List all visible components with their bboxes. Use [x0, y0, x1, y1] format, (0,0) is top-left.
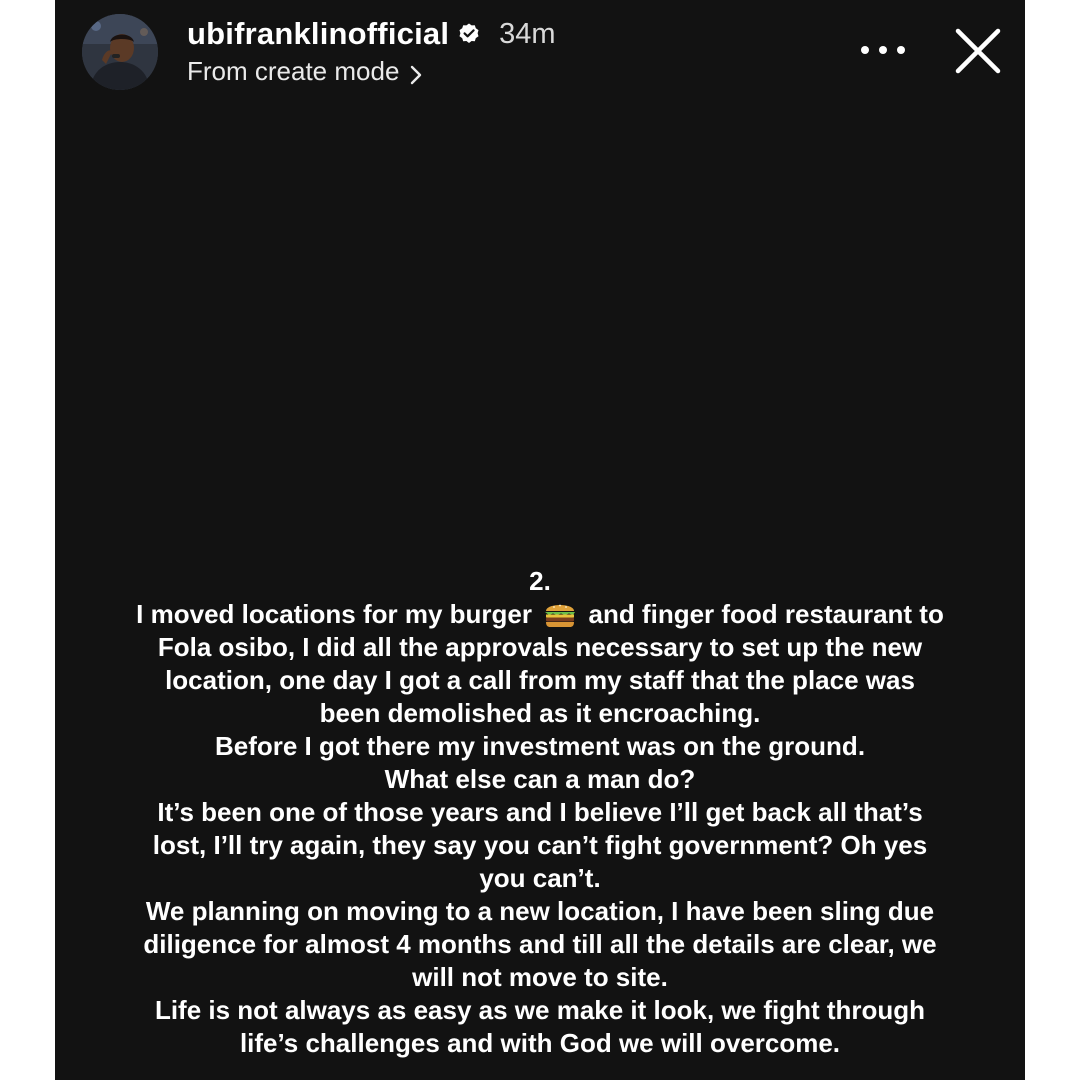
caption-line: Before I got there my investment was on … [214, 731, 866, 761]
caption-line: lost, I’ll try again, they say you can’t… [152, 830, 928, 860]
dot [897, 46, 905, 54]
caption-line: Fola osibo, I did all the approvals nece… [157, 632, 923, 662]
create-mode-label: From create mode [187, 55, 400, 86]
close-icon[interactable] [951, 24, 1005, 78]
caption-text: I moved locations for my burger [136, 599, 533, 629]
caption-line: Life is not always as easy as we make it… [154, 995, 926, 1025]
caption-line: location, one day I got a call from my s… [165, 665, 915, 695]
burger-emoji-icon [543, 599, 577, 629]
story-header: ubifranklinofficial 34m From create mode [55, 0, 1025, 110]
dot [861, 46, 869, 54]
dot [879, 46, 887, 54]
caption-line: you can’t. [479, 863, 601, 893]
caption-line: diligence for almost 4 months and till a… [143, 929, 937, 959]
caption-line: It’s been one of those years and I belie… [157, 797, 923, 827]
post-time: 34m [499, 17, 556, 50]
caption-line: been demolished as it encroaching. [319, 698, 761, 728]
caption-line: We planning on moving to a new location,… [145, 896, 935, 926]
story-viewer: ubifranklinofficial 34m From create mode [55, 0, 1025, 1080]
caption-line: life’s challenges and with God we will o… [239, 1028, 841, 1058]
caption-line: What else can a man do? [384, 764, 696, 794]
username[interactable]: ubifranklinofficial [187, 16, 449, 52]
caption-line: 2. [529, 566, 551, 596]
verified-badge-icon [457, 22, 481, 46]
caption-line: will not move to site. [412, 962, 668, 992]
more-options-icon[interactable] [861, 36, 905, 64]
story-user-line: ubifranklinofficial 34m [187, 14, 556, 54]
create-mode-link[interactable]: From create mode [187, 52, 423, 90]
story-caption: 2. I moved locations for my burger and f… [75, 565, 1005, 1060]
profile-photo [82, 14, 158, 90]
caption-line: I moved locations for my burger and fing… [75, 598, 1005, 631]
caption-text: and finger food restaurant to [588, 599, 944, 629]
chevron-right-icon [409, 61, 423, 85]
avatar[interactable] [82, 14, 158, 90]
